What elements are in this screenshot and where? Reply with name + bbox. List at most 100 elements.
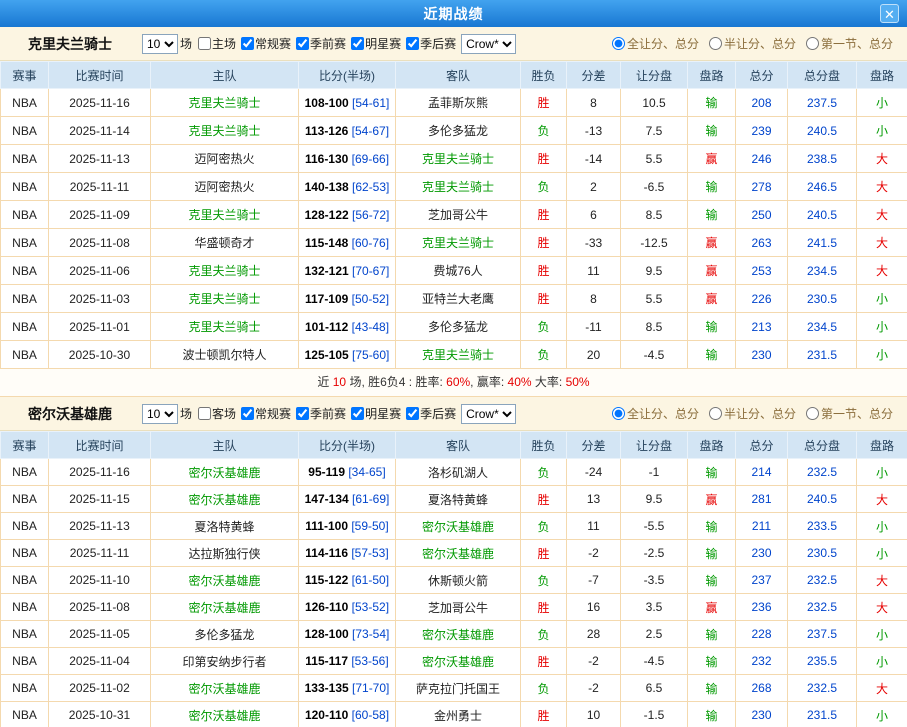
full-score: 95-119 <box>308 465 345 479</box>
filter-checkbox[interactable]: 主场 <box>196 35 236 52</box>
radio-input[interactable] <box>612 37 625 50</box>
full-score: 114-116 <box>305 546 348 560</box>
checkbox-input[interactable] <box>296 407 309 420</box>
result-cell: 负 <box>521 621 567 648</box>
close-icon[interactable]: ✕ <box>880 4 899 23</box>
match-row: NBA2025-11-11达拉斯独行侠114-116 [57-53]密尔沃基雄鹿… <box>1 540 907 567</box>
score-cell: 132-121 [70-67] <box>299 257 396 285</box>
odds-type-radio[interactable]: 全让分、总分 <box>612 405 699 422</box>
radio-label: 全让分、总分 <box>627 405 699 422</box>
filter-checkbox[interactable]: 明星赛 <box>349 405 401 422</box>
match-row: NBA2025-11-01克里夫兰骑士101-112 [43-48]多伦多猛龙负… <box>1 313 907 341</box>
column-header: 客队 <box>396 432 521 459</box>
handicap-result-cell: 输 <box>688 173 736 201</box>
score-cell: 128-100 [73-54] <box>299 621 396 648</box>
full-score: 115-117 <box>305 654 348 668</box>
total-line-cell: 240.5 <box>788 201 857 229</box>
handicap-cell: -5.5 <box>621 513 688 540</box>
diff-cell: -14 <box>567 145 621 173</box>
recent-results-popup: 近期战绩 ✕ 克里夫兰骑士 10 场 主场常规赛季前赛明星赛季后赛 Crow* … <box>0 0 907 727</box>
match-row: NBA2025-11-13迈阿密热火116-130 [69-66]克里夫兰骑士胜… <box>1 145 907 173</box>
total-result-cell: 大 <box>857 201 907 229</box>
odds-type-radio[interactable]: 半让分、总分 <box>709 35 796 52</box>
checkbox-label: 明星赛 <box>365 405 401 422</box>
score-cell: 114-116 [57-53] <box>299 540 396 567</box>
checkbox-input[interactable] <box>406 37 419 50</box>
date-cell: 2025-11-15 <box>49 486 151 513</box>
result-cell: 胜 <box>521 702 567 727</box>
half-score: [70-67] <box>349 264 390 278</box>
result-cell: 胜 <box>521 648 567 675</box>
full-score: 108-100 <box>305 96 349 110</box>
date-cell: 2025-11-01 <box>49 313 151 341</box>
odds-company-select[interactable]: Crow* <box>461 404 516 424</box>
checkbox-label: 主场 <box>212 35 236 52</box>
league-cell: NBA <box>1 117 49 145</box>
full-score: 113-126 <box>305 124 348 138</box>
column-header: 让分盘 <box>621 432 688 459</box>
result-cell: 负 <box>521 459 567 486</box>
odds-type-radio[interactable]: 第一节、总分 <box>806 405 893 422</box>
radio-input[interactable] <box>612 407 625 420</box>
half-score: [60-58] <box>348 708 389 722</box>
diff-cell: -2 <box>567 648 621 675</box>
radio-input[interactable] <box>806 407 819 420</box>
checkbox-input[interactable] <box>198 37 211 50</box>
filter-checkbox[interactable]: 季后赛 <box>404 35 456 52</box>
away-team-cell: 亚特兰大老鹰 <box>396 285 521 313</box>
full-score: 140-138 <box>305 180 349 194</box>
odds-type-radio[interactable]: 全让分、总分 <box>612 35 699 52</box>
filter-checkbox[interactable]: 季前赛 <box>294 35 346 52</box>
score-cell: 108-100 [54-61] <box>299 89 396 117</box>
checkbox-input[interactable] <box>296 37 309 50</box>
handicap-cell: 9.5 <box>621 486 688 513</box>
date-cell: 2025-11-10 <box>49 567 151 594</box>
home-team-cell: 克里夫兰骑士 <box>151 117 299 145</box>
total-line-cell: 232.5 <box>788 567 857 594</box>
checkbox-label: 季后赛 <box>420 35 456 52</box>
half-score: [53-52] <box>348 600 389 614</box>
full-score: 128-100 <box>305 627 349 641</box>
half-score: [60-76] <box>348 236 389 250</box>
total-result-cell: 小 <box>857 540 907 567</box>
filter-checkbox[interactable]: 客场 <box>196 405 236 422</box>
summary-segment: 40% <box>508 375 532 389</box>
games-count-select[interactable]: 10 <box>142 34 178 54</box>
odds-company-select[interactable]: Crow* <box>461 34 516 54</box>
total-result-cell: 小 <box>857 621 907 648</box>
team-section: 克里夫兰骑士 10 场 主场常规赛季前赛明星赛季后赛 Crow* 全让分、总分半… <box>0 27 907 397</box>
radio-input[interactable] <box>709 407 722 420</box>
filter-checkbox[interactable]: 季后赛 <box>404 405 456 422</box>
filter-checkbox[interactable]: 季前赛 <box>294 405 346 422</box>
checkbox-input[interactable] <box>241 37 254 50</box>
radio-input[interactable] <box>806 37 819 50</box>
checkbox-input[interactable] <box>351 407 364 420</box>
filter-checkbox[interactable]: 常规赛 <box>239 405 291 422</box>
handicap-cell: -3.5 <box>621 567 688 594</box>
filter-checkbox[interactable]: 常规赛 <box>239 35 291 52</box>
handicap-result-cell: 输 <box>688 341 736 369</box>
checkbox-input[interactable] <box>406 407 419 420</box>
result-cell: 负 <box>521 173 567 201</box>
date-cell: 2025-11-05 <box>49 621 151 648</box>
checkbox-input[interactable] <box>241 407 254 420</box>
games-count-select[interactable]: 10 <box>142 404 178 424</box>
titlebar: 近期战绩 ✕ <box>0 0 907 27</box>
results-table: 赛事比赛时间主队比分(半场)客队胜负分差让分盘盘路总分总分盘盘路 NBA2025… <box>0 431 907 727</box>
checkbox-input[interactable] <box>351 37 364 50</box>
diff-cell: 11 <box>567 257 621 285</box>
checkbox-input[interactable] <box>198 407 211 420</box>
total-result-cell: 小 <box>857 117 907 145</box>
radio-input[interactable] <box>709 37 722 50</box>
away-team-cell: 夏洛特黄蜂 <box>396 486 521 513</box>
filter-checkbox[interactable]: 明星赛 <box>349 35 401 52</box>
date-cell: 2025-11-08 <box>49 594 151 621</box>
summary-segment: 50% <box>566 375 590 389</box>
total-line-cell: 230.5 <box>788 540 857 567</box>
diff-cell: -24 <box>567 459 621 486</box>
diff-cell: -2 <box>567 675 621 702</box>
home-team-cell: 克里夫兰骑士 <box>151 201 299 229</box>
match-row: NBA2025-11-11迈阿密热火140-138 [62-53]克里夫兰骑士负… <box>1 173 907 201</box>
odds-type-radio[interactable]: 半让分、总分 <box>709 405 796 422</box>
odds-type-radio[interactable]: 第一节、总分 <box>806 35 893 52</box>
